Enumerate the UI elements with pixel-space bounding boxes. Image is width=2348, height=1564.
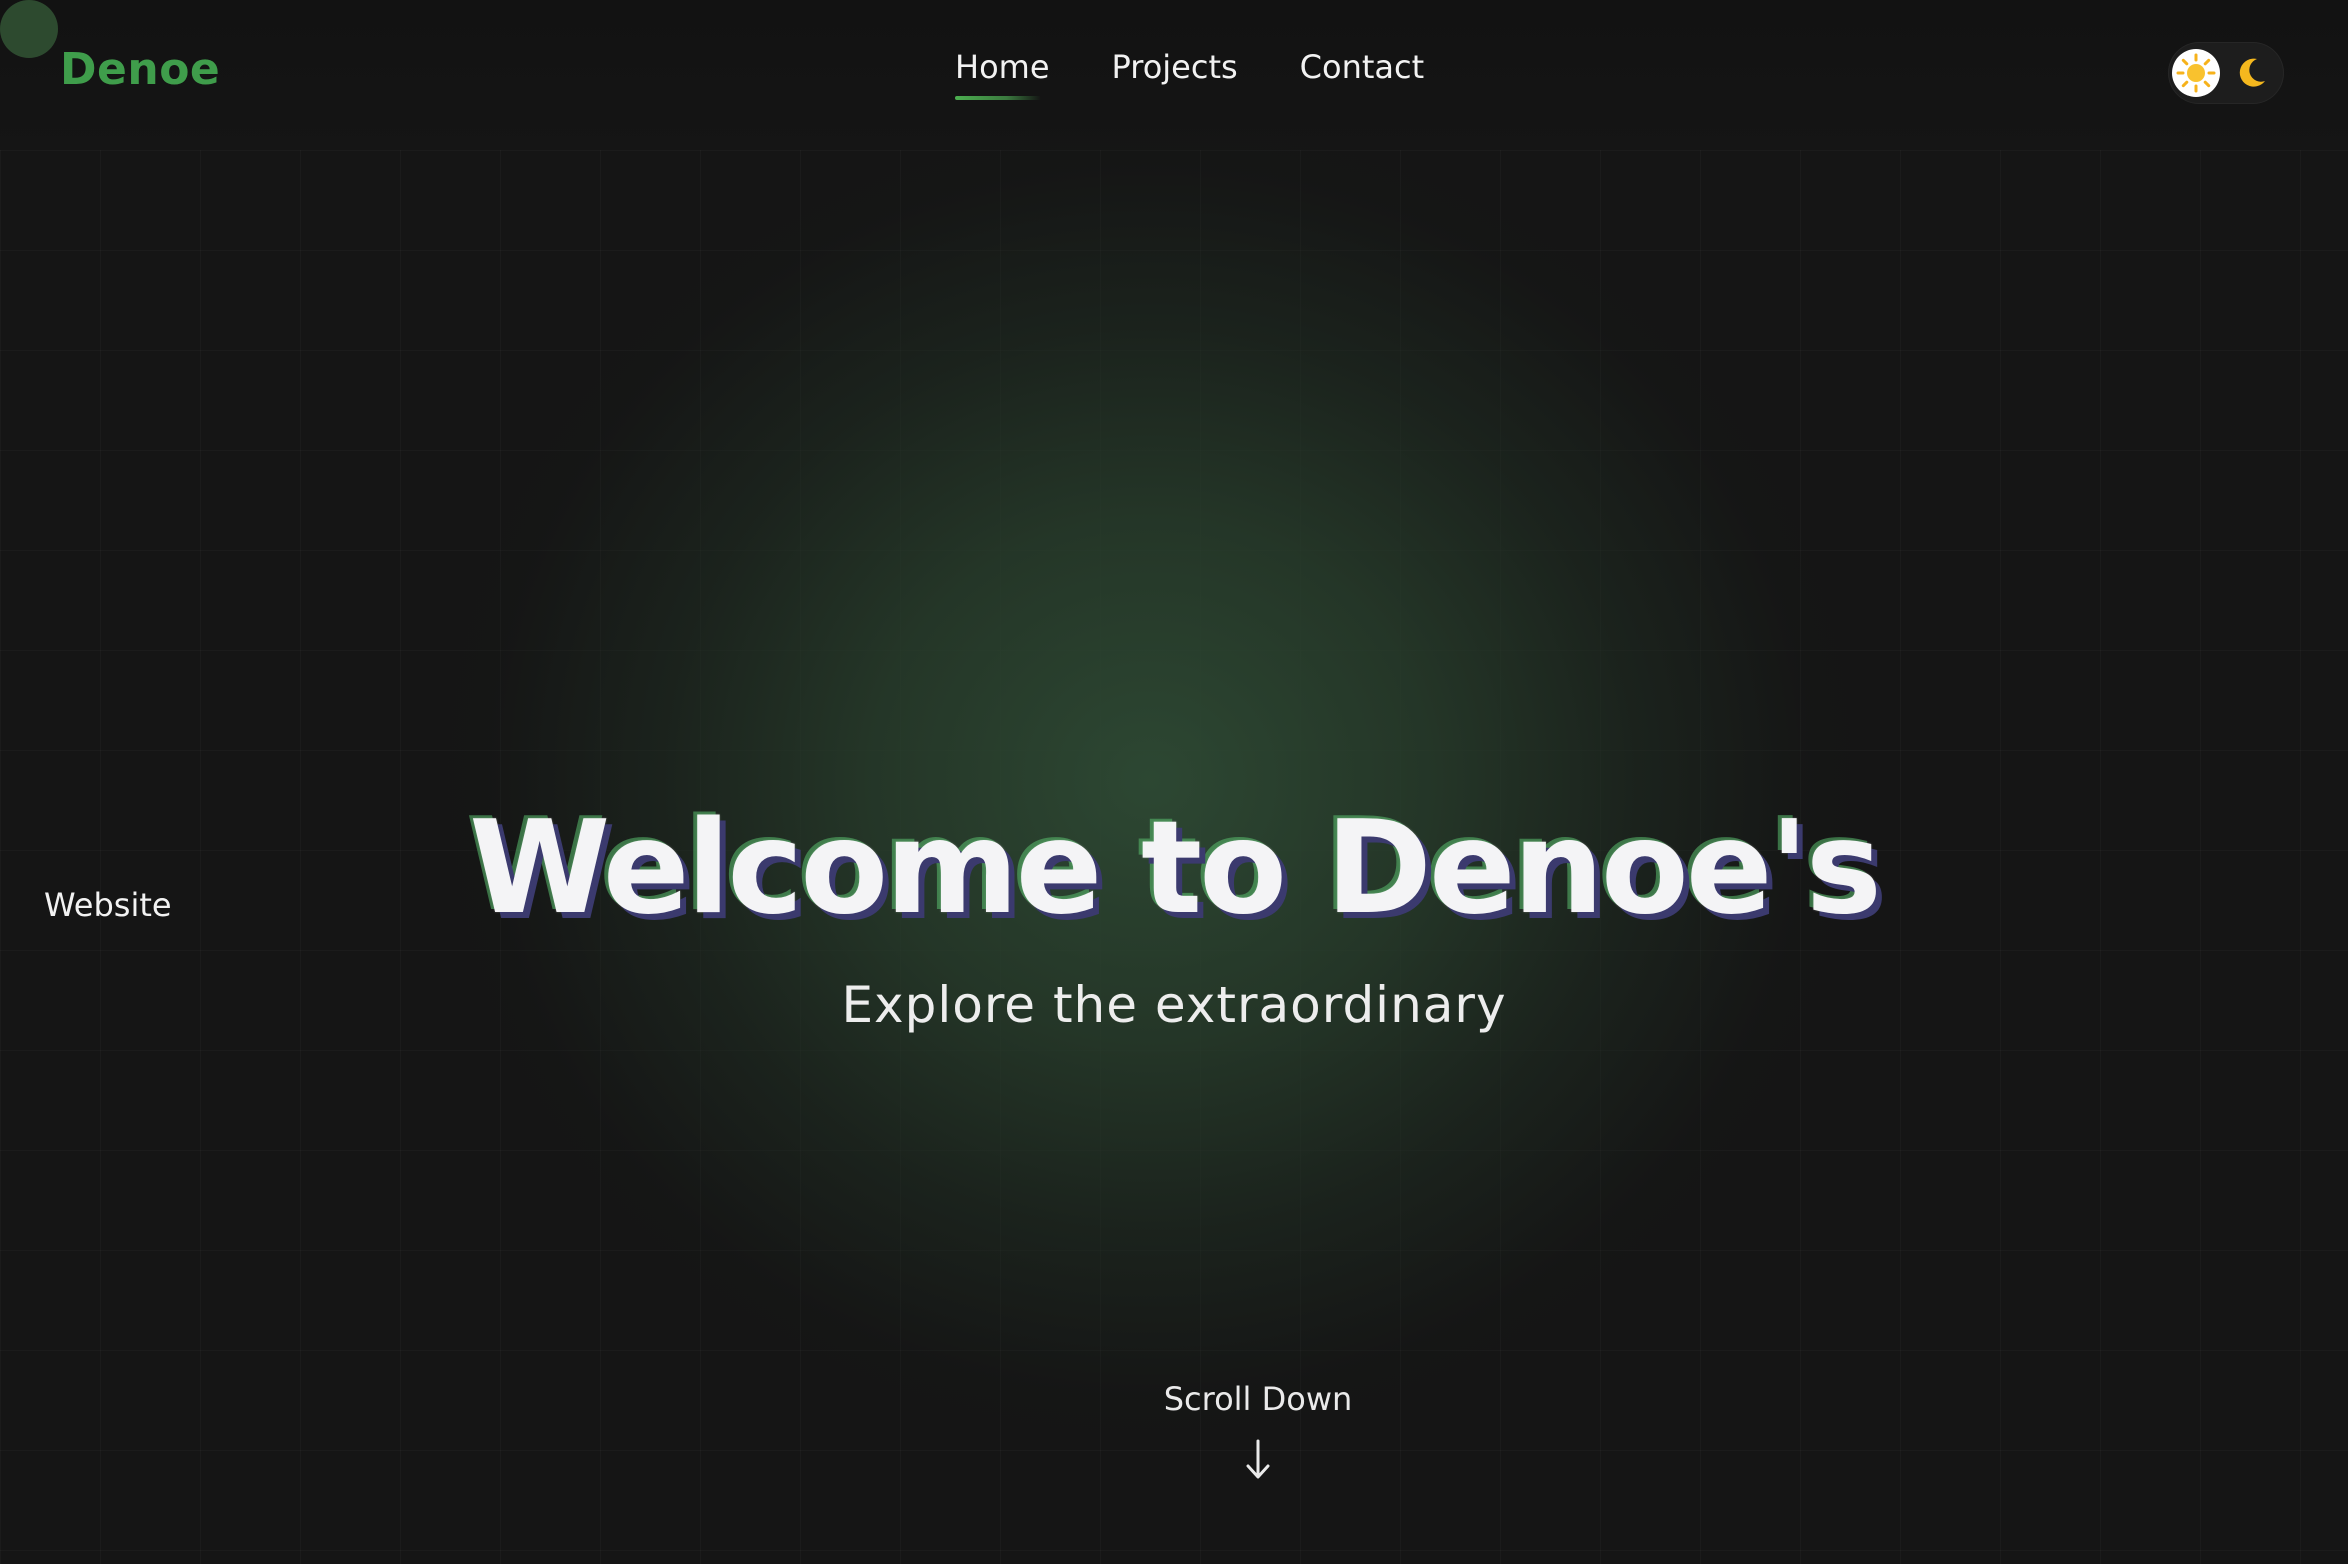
nav-item-contact[interactable]: Contact bbox=[1300, 48, 1425, 100]
main-nav: Home Projects Contact bbox=[955, 48, 1424, 100]
sun-icon bbox=[2176, 53, 2216, 93]
page: Denoe Home Projects Contact Welcome to D… bbox=[0, 0, 2348, 1564]
scroll-down-button[interactable]: Scroll Down bbox=[1110, 1380, 1406, 1482]
side-label: Website bbox=[44, 886, 172, 924]
moon-icon bbox=[2239, 58, 2265, 87]
scroll-down-label: Scroll Down bbox=[1163, 1380, 1353, 1418]
theme-toggle[interactable] bbox=[2168, 42, 2284, 104]
nav-item-home[interactable]: Home bbox=[955, 48, 1050, 100]
cursor-dot bbox=[0, 0, 58, 58]
nav-item-projects[interactable]: Projects bbox=[1112, 48, 1238, 100]
background-glow bbox=[440, 120, 1860, 1440]
hero-subtitle: Explore the extraordinary bbox=[841, 976, 1507, 1034]
hero-title: Welcome to Denoe's bbox=[469, 793, 1882, 943]
site-header: Denoe Home Projects Contact bbox=[0, 0, 2348, 150]
arrow-down-icon bbox=[1246, 1439, 1270, 1479]
toggle-knob bbox=[2172, 49, 2220, 97]
site-logo[interactable]: Denoe bbox=[60, 44, 220, 95]
